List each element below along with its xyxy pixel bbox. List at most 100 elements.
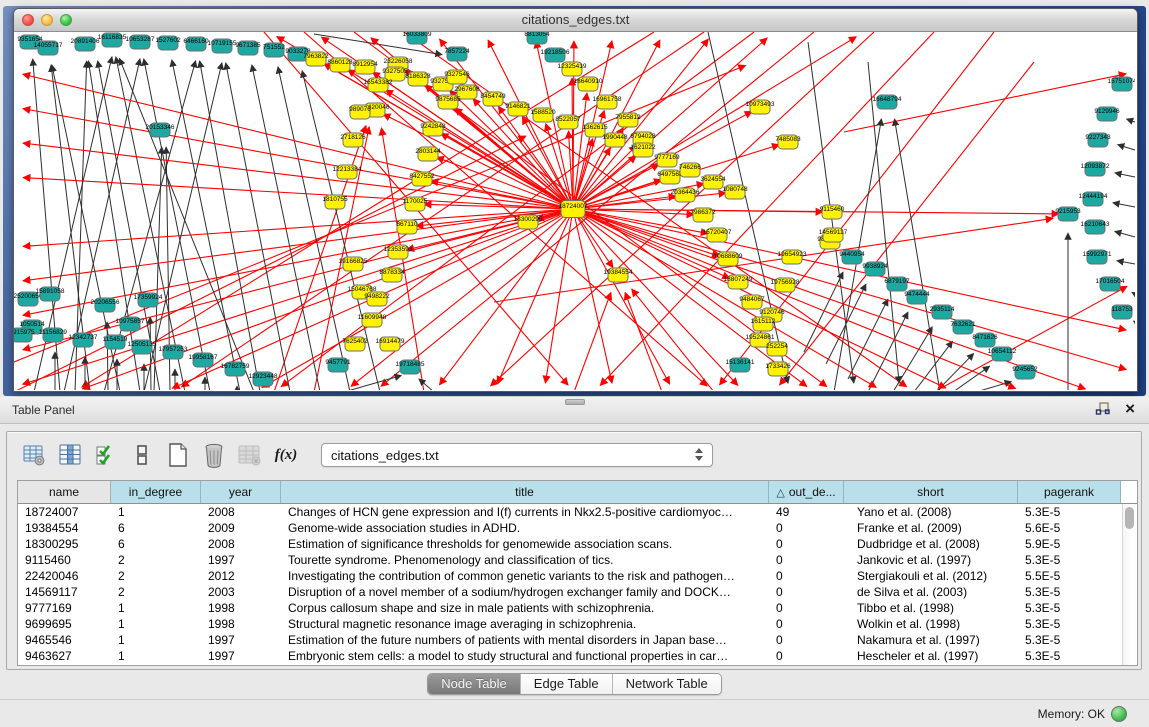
network-node[interactable]: 16116835 [98, 33, 127, 47]
network-node[interactable]: 19384554 [604, 268, 633, 282]
network-window[interactable]: citations_edges.txt 93516541405571720891… [13, 8, 1138, 392]
column-header-year[interactable]: year [201, 481, 281, 503]
network-node[interactable]: 8813054 [524, 32, 550, 44]
network-node[interactable]: 10719155 [208, 39, 237, 53]
network-node[interactable]: 10653287 [126, 35, 155, 49]
network-node[interactable]: 16033809 [403, 32, 432, 44]
network-node[interactable]: 20206556 [91, 298, 120, 312]
citation-edge-black[interactable] [1117, 261, 1135, 264]
network-node[interactable]: 8186328 [405, 72, 431, 86]
network-node[interactable]: 989076 [349, 105, 371, 119]
tab-node-table[interactable]: Node Table [428, 674, 521, 694]
network-node[interactable]: 9245652 [1012, 365, 1038, 379]
table-vertical-scrollbar[interactable] [1122, 504, 1137, 665]
network-node[interactable]: 15891058 [36, 287, 65, 301]
citation-edge-red[interactable] [23, 209, 573, 281]
column-header-title[interactable]: title [281, 481, 769, 503]
citation-edge-black[interactable] [1132, 292, 1135, 294]
tab-network-table[interactable]: Network Table [613, 674, 721, 694]
network-node[interactable]: 6879197 [884, 277, 910, 291]
citation-edge-red[interactable] [23, 209, 573, 350]
network-node[interactable]: 6497568 [657, 170, 683, 184]
table-row[interactable]: 946554611997Estimation of the future num… [18, 632, 1137, 648]
network-node[interactable]: 2718126 [340, 133, 366, 147]
network-node[interactable]: 8454749 [480, 92, 506, 106]
network-node[interactable]: 16961758 [593, 95, 622, 109]
citation-edge-red[interactable] [574, 292, 611, 390]
network-node-hub[interactable]: 18724007 [559, 201, 588, 218]
network-node[interactable]: 751552 [263, 43, 285, 57]
network-node[interactable]: 18640910 [574, 77, 603, 91]
network-node[interactable]: 252254 [766, 342, 788, 356]
table-selector-dropdown[interactable]: citations_edges.txt [321, 443, 713, 467]
network-node[interactable]: 14055717 [34, 41, 63, 55]
network-node[interactable]: 118753 [1111, 305, 1133, 319]
network-node[interactable]: 8471626 [972, 333, 998, 347]
column-header-short[interactable]: short [844, 481, 1018, 503]
network-node[interactable]: 12353593 [384, 245, 413, 259]
citation-edge-black[interactable] [848, 299, 888, 379]
network-node[interactable]: 1588520 [530, 108, 556, 122]
network-node[interactable]: 1527602 [155, 36, 181, 50]
network-node[interactable]: 1990448 [602, 133, 628, 147]
network-node[interactable]: 8427552 [409, 172, 435, 186]
citation-edge-red[interactable] [573, 209, 807, 387]
table-row[interactable]: 946362711997Embryonic stem cells: a mode… [18, 648, 1137, 664]
close-panel-icon[interactable]: × [1125, 401, 1135, 417]
network-node[interactable]: 20364436 [671, 188, 700, 202]
delete-table-icon[interactable] [201, 442, 227, 468]
network-node[interactable]: 16782759 [221, 362, 250, 376]
network-node[interactable]: 746266 [679, 163, 701, 177]
network-node[interactable]: 7955812 [615, 113, 641, 127]
network-node[interactable]: 1154519 [103, 335, 128, 349]
network-node[interactable]: 8878334 [379, 268, 405, 282]
network-node[interactable]: 9129946 [1094, 107, 1120, 121]
citation-edge-black[interactable] [1126, 119, 1135, 122]
table-row[interactable]: 1872400712008Changes of HCN gene express… [18, 504, 1137, 520]
column-header-pagerank[interactable]: pagerank [1018, 481, 1121, 503]
citation-edge-red[interactable] [573, 93, 587, 209]
citation-network-graph[interactable]: 9351654140557172089140616116835106532871… [14, 32, 1135, 390]
citation-edge-black[interactable] [1133, 321, 1135, 322]
citation-edge-black[interactable] [1115, 173, 1135, 177]
network-node[interactable]: 12342737 [69, 333, 98, 347]
citation-edge-red[interactable] [573, 209, 612, 383]
citation-edge-red[interactable] [23, 178, 573, 209]
table-row[interactable]: 2242004622012Investigating the contribut… [18, 568, 1137, 584]
network-node[interactable]: 18300295 [514, 215, 543, 229]
panel-resize-grip[interactable] [565, 399, 585, 405]
float-panel-icon[interactable] [1095, 401, 1111, 417]
network-node[interactable]: 20153346 [146, 123, 175, 137]
network-node[interactable]: 18807249 [724, 275, 753, 289]
table-row[interactable]: 977716911998Corpus callosum shape and si… [18, 600, 1137, 616]
network-node[interactable]: 12923448 [249, 372, 278, 386]
network-node[interactable]: 7986372 [690, 208, 716, 222]
network-node[interactable]: 11609948 [358, 313, 387, 327]
import-table-disabled-icon[interactable] [237, 442, 263, 468]
table-row[interactable]: 1830029562008Estimation of significance … [18, 536, 1137, 552]
network-node[interactable]: 15136141 [726, 358, 755, 372]
citation-edge-red[interactable] [545, 209, 573, 383]
network-node[interactable]: 19166825 [339, 257, 368, 271]
network-node[interactable]: 17359924 [134, 293, 163, 307]
network-node[interactable]: 9242848 [420, 122, 446, 136]
citation-edge-black[interactable] [1113, 203, 1135, 207]
network-node[interactable]: 9671385 [235, 41, 261, 55]
citation-edge-red[interactable] [573, 209, 1126, 330]
citation-edge-black[interactable] [1115, 231, 1135, 237]
network-node[interactable]: 12213384 [333, 165, 362, 179]
network-node[interactable]: 3915975 [14, 328, 35, 342]
network-node[interactable]: 9457791 [325, 358, 351, 372]
network-node[interactable]: 16648794 [873, 95, 902, 109]
citation-edge-black[interactable] [708, 32, 788, 383]
citation-edge-red[interactable] [720, 32, 994, 385]
network-node[interactable]: 16914479 [376, 337, 405, 351]
network-node[interactable]: 16543382 [364, 78, 393, 92]
network-node[interactable]: 19756928 [771, 278, 800, 292]
network-node[interactable]: 9440954 [839, 250, 865, 264]
network-node[interactable]: 19218506 [541, 48, 570, 62]
network-node[interactable]: 2935114 [930, 305, 955, 319]
table-row[interactable]: 969969511998Structural magnetic resonanc… [18, 616, 1137, 632]
network-node[interactable]: 9115460 [820, 205, 845, 219]
network-window-titlebar[interactable]: citations_edges.txt [14, 9, 1137, 32]
